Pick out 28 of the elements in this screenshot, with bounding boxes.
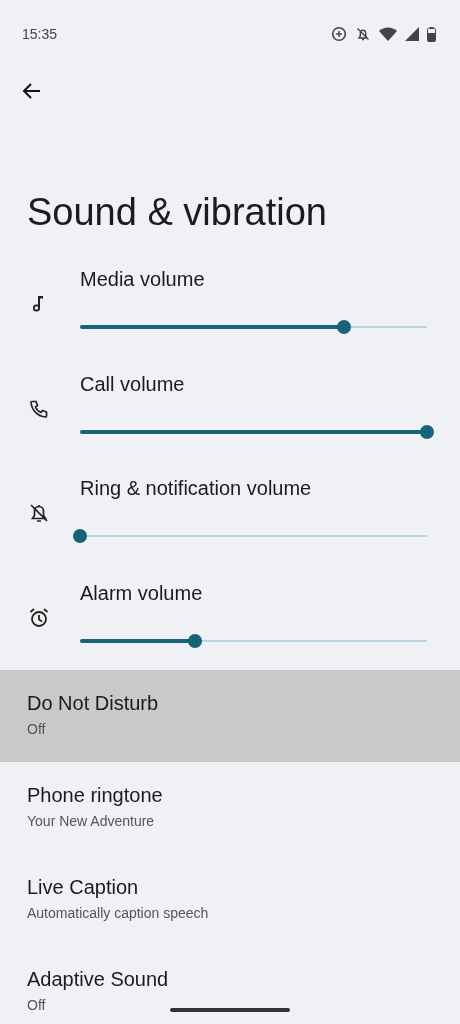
- slider-label: Media volume: [80, 267, 206, 292]
- bell-off-icon: [355, 26, 371, 42]
- item-title: Phone ringtone: [27, 783, 164, 808]
- data-saver-icon: [331, 26, 347, 42]
- item-summary: Your New Adventure: [27, 812, 155, 831]
- signal-icon: [405, 27, 419, 41]
- slider-thumb[interactable]: [73, 529, 87, 543]
- item-summary: Off: [27, 996, 46, 1015]
- wifi-icon: [379, 27, 397, 41]
- item-title: Do Not Disturb: [27, 691, 160, 716]
- slider-label: Ring & notification volume: [80, 476, 313, 501]
- slider-thumb[interactable]: [420, 424, 434, 439]
- item-summary: Off: [27, 720, 46, 739]
- slider-label: Call volume: [80, 371, 186, 397]
- settings-item[interactable]: Phone ringtone Your New Adventure: [0, 762, 460, 854]
- item-title: Adaptive Sound: [27, 967, 170, 992]
- settings-item[interactable]: Do Not Disturb Off: [0, 670, 460, 762]
- item-summary: Automatically caption speech: [27, 904, 209, 923]
- slider-label: Alarm volume: [80, 580, 204, 606]
- battery-icon: [427, 26, 436, 42]
- slider-thumb[interactable]: [336, 320, 351, 334]
- slider-thumb[interactable]: [187, 633, 202, 648]
- alarm-clock-icon: [27, 605, 51, 630]
- status-time: 15:35: [22, 24, 58, 44]
- item-title: Live Caption: [27, 875, 140, 900]
- page-title: Sound & vibration: [27, 190, 328, 235]
- settings-item[interactable]: Adaptive Sound Off: [0, 946, 460, 1024]
- settings-item[interactable]: Live Caption Automatically caption speech: [0, 854, 460, 946]
